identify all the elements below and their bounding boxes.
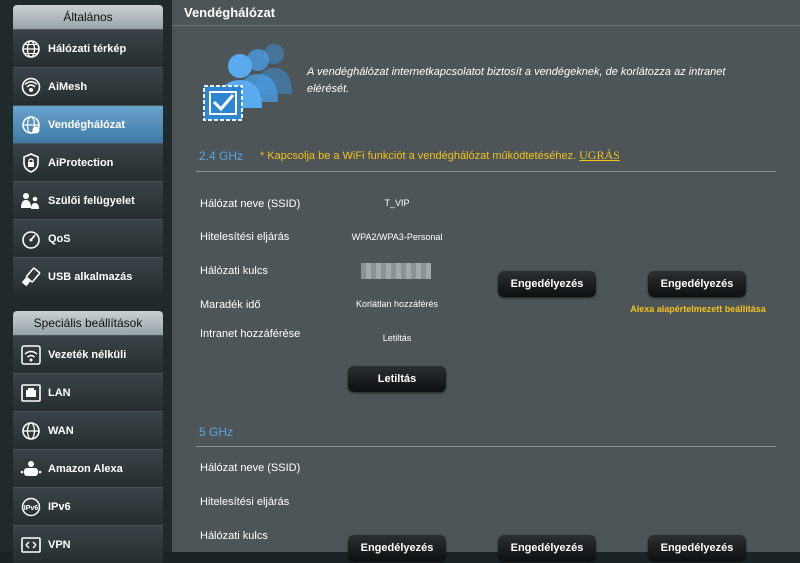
enable-button-24ghz-3[interactable]: Engedélyezés — [648, 271, 746, 297]
auth-method-label: Hitelesítési eljárás — [200, 231, 290, 243]
intranet-access-label: Intranet hozzáférése — [200, 328, 301, 340]
band-5ghz-label: 5 GHz — [199, 425, 234, 439]
sidebar-item-lan[interactable]: LAN — [13, 373, 163, 411]
sidebar-item-label: VPN — [48, 538, 71, 551]
advanced-menu: Vezeték nélküli LAN WAN Amazon Alexa IPv… — [13, 335, 163, 563]
network-key-label: Hálózati kulcs — [200, 265, 268, 277]
title-divider — [172, 25, 800, 26]
general-menu: Hálózati térkép AiMesh Vendéghálózat AiP… — [13, 29, 163, 295]
page-description: A vendéghálózat internetkapcsolatot bizt… — [307, 66, 726, 95]
enable-button-5ghz-2[interactable]: Engedélyezés — [498, 535, 596, 561]
sidebar-item-wireless[interactable]: Vezeték nélküli — [13, 335, 163, 373]
intranet-access-value: Letiltás — [382, 333, 412, 343]
page-title: Vendéghálózat — [184, 5, 276, 20]
sidebar-item-vpn[interactable]: VPN — [13, 525, 163, 563]
remaining-time-value: Korlátlan hozzáférés — [355, 299, 439, 309]
sidebar-item-amazon-alexa[interactable]: Amazon Alexa — [13, 449, 163, 487]
globe-icon — [20, 38, 42, 60]
band-24ghz-divider — [196, 171, 776, 172]
wan-globe-icon — [20, 420, 42, 442]
sidebar-item-wan[interactable]: WAN — [13, 411, 163, 449]
sidebar-item-label: Vezeték nélküli — [48, 348, 127, 361]
enable-button-24ghz-2[interactable]: Engedélyezés — [498, 271, 596, 297]
sidebar-item-aimesh[interactable]: AiMesh — [13, 67, 163, 105]
ssid-label: Hálózat neve (SSID) — [200, 198, 301, 210]
lock-shield-icon — [20, 152, 42, 174]
wifi-enable-note: * Kapcsolja be a WiFi funkciót a vendégh… — [260, 148, 620, 163]
sidebar-item-label: WAN — [48, 424, 74, 437]
sidebar-item-label: USB alkalmazás — [48, 270, 133, 283]
band-5ghz-divider — [196, 446, 776, 447]
sidebar-item-label: Hálózati térkép — [48, 42, 127, 55]
svg-text:IPv6: IPv6 — [24, 505, 39, 512]
goto-link[interactable]: UGRÁS — [579, 148, 620, 162]
vpn-icon — [20, 534, 42, 556]
wifi-enable-note-text: * Kapcsolja be a WiFi funkciót a vendégh… — [260, 150, 577, 162]
disable-button[interactable]: Letiltás — [348, 366, 446, 392]
auth-method-value: WPA2/WPA3-Personal — [351, 232, 443, 242]
alexa-default-setting-note: Alexa alapértelmezett beállítása — [630, 304, 766, 314]
sidebar-item-label: Vendéghálózat — [48, 118, 126, 131]
ssid-value: T_VIP — [384, 198, 410, 208]
lan-icon — [20, 382, 42, 404]
family-icon — [20, 190, 42, 212]
sidebar-item-label: IPv6 — [48, 500, 71, 513]
network-key-label-5ghz: Hálózati kulcs — [200, 530, 268, 542]
guest-network-icon — [20, 114, 42, 136]
sidebar-item-network-map[interactable]: Hálózati térkép — [13, 29, 163, 67]
sidebar-item-qos[interactable]: QoS — [13, 219, 163, 257]
enable-button-5ghz-3[interactable]: Engedélyezés — [648, 535, 746, 561]
general-section-header: Általános — [13, 5, 163, 29]
sidebar-item-guest-network[interactable]: Vendéghálózat — [13, 105, 163, 143]
sidebar-item-aiprotection[interactable]: AiProtection — [13, 143, 163, 181]
sidebar-item-parental-control[interactable]: Szülői felügyelet — [13, 181, 163, 219]
sidebar-item-label: AiMesh — [48, 80, 88, 93]
sidebar-item-label: Amazon Alexa — [48, 462, 123, 475]
auth-method-label-5ghz: Hitelesítési eljárás — [200, 496, 290, 508]
alexa-icon — [20, 458, 42, 480]
sidebar-item-label: Szülői felügyelet — [48, 194, 135, 207]
sidebar-item-ipv6[interactable]: IPv6 IPv6 — [13, 487, 163, 525]
network-key-value-redacted — [361, 263, 431, 279]
main-panel: Vendéghálózat A vendéghálózat internetka… — [172, 0, 800, 561]
remaining-time-label: Maradék idő — [200, 299, 261, 311]
sidebar-item-label: LAN — [48, 386, 71, 399]
mesh-icon — [20, 76, 42, 98]
ipv6-icon: IPv6 — [20, 496, 42, 518]
sidebar-item-usb-application[interactable]: USB alkalmazás — [13, 257, 163, 295]
ssid-label-5ghz: Hálózat neve (SSID) — [200, 462, 301, 474]
guest-network-illustration-icon — [202, 40, 302, 127]
enable-button-5ghz-1[interactable]: Engedélyezés — [348, 535, 446, 561]
sidebar-item-label: QoS — [48, 232, 71, 245]
sidebar-item-label: AiProtection — [48, 156, 114, 169]
advanced-section-header: Speciális beállítások — [13, 311, 163, 335]
band-24ghz-label: 2.4 GHz — [199, 149, 244, 163]
speedometer-icon — [20, 228, 42, 250]
wifi-icon — [20, 344, 42, 366]
sidebar: Általános Hálózati térkép AiMesh Vendégh… — [0, 0, 172, 563]
usb-icon — [20, 266, 42, 288]
